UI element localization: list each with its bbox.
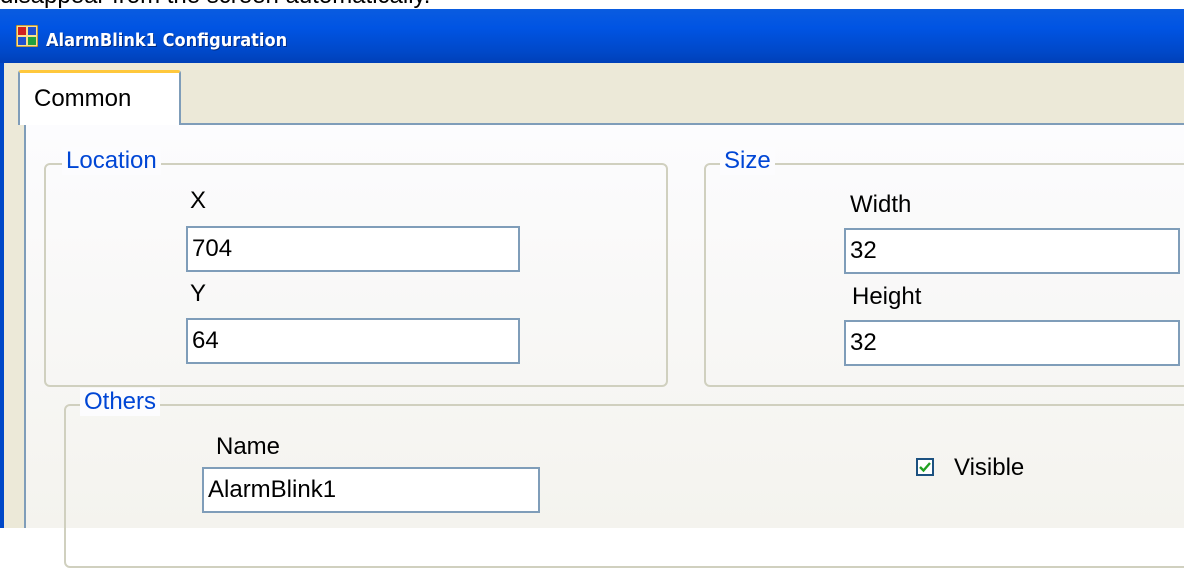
name-field[interactable]: AlarmBlink1 bbox=[202, 467, 540, 513]
visible-label[interactable]: Visible bbox=[954, 455, 1024, 481]
y-field[interactable]: 64 bbox=[186, 318, 520, 364]
checkmark-icon bbox=[919, 462, 931, 473]
height-label: Height bbox=[852, 283, 922, 310]
name-label: Name bbox=[216, 433, 281, 460]
tab-common[interactable]: Common bbox=[18, 70, 181, 125]
size-group-title: Size bbox=[720, 147, 775, 175]
x-field[interactable]: 704 bbox=[186, 226, 520, 272]
window-title: AlarmBlink1 Configuration bbox=[46, 30, 288, 51]
app-window-icon[interactable] bbox=[15, 24, 39, 48]
width-field[interactable]: 32 bbox=[844, 228, 1180, 274]
x-label: X bbox=[190, 187, 207, 214]
visible-checkbox[interactable] bbox=[916, 458, 934, 476]
document-text: disappear from the screen automatically. bbox=[0, 0, 1184, 9]
others-group-title: Others bbox=[80, 388, 161, 416]
tab-common-label: Common bbox=[34, 85, 132, 112]
y-label: Y bbox=[190, 280, 207, 307]
width-label: Width bbox=[850, 191, 912, 218]
location-group-title: Location bbox=[62, 147, 161, 175]
height-field[interactable]: 32 bbox=[844, 320, 1180, 366]
